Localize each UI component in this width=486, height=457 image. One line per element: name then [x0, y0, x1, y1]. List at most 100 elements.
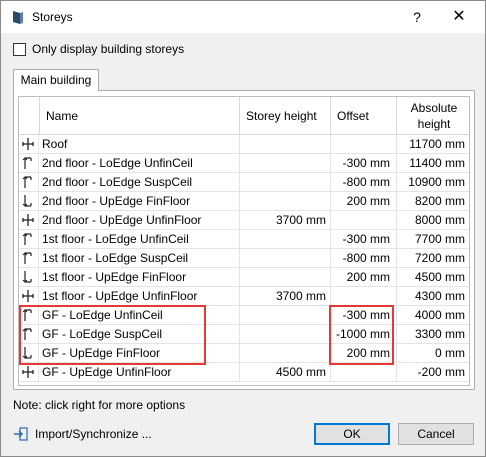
title-bar: Storeys ? ✕ — [1, 1, 485, 33]
offset-cell[interactable] — [331, 211, 397, 230]
storey-name-cell[interactable]: 2nd floor - UpEdge FinFloor — [39, 192, 240, 211]
storey-height-cell[interactable]: 3700 mm — [240, 287, 331, 306]
table-body: Roof 11700 mm 2nd floor - LoEdge UnfinCeil… — [19, 135, 469, 382]
storey-loedge-icon — [19, 306, 39, 325]
storey-name-cell[interactable]: 1st floor - LoEdge UnfinCeil — [39, 230, 240, 249]
storeys-dialog: Storeys ? ✕ Only display building storey… — [0, 0, 486, 457]
table-row[interactable]: 2nd floor - UpEdge UnfinFloor 3700 mm 8000… — [19, 211, 469, 230]
storey-height-cell[interactable] — [240, 154, 331, 173]
offset-cell[interactable]: 200 mm — [331, 344, 397, 363]
offset-cell[interactable]: -800 mm — [331, 249, 397, 268]
offset-cell[interactable]: 200 mm — [331, 192, 397, 211]
table-row[interactable]: 2nd floor - LoEdge SuspCeil -800 mm 10900 … — [19, 173, 469, 192]
import-synchronize-link[interactable]: Import/Synchronize ... — [13, 426, 152, 442]
storey-name-cell[interactable]: 1st floor - UpEdge FinFloor — [39, 268, 240, 287]
tab-panel-main-building: Name Storey height Offset Absolute heigh… — [13, 90, 475, 390]
storey-name-cell[interactable]: 1st floor - UpEdge UnfinFloor — [39, 287, 240, 306]
storey-height-cell[interactable] — [240, 268, 331, 287]
storey-name-cell[interactable]: GF - LoEdge SuspCeil — [39, 325, 240, 344]
storey-loedge-icon — [19, 230, 39, 249]
offset-cell[interactable]: -300 mm — [331, 230, 397, 249]
storeys-table: Name Storey height Offset Absolute heigh… — [18, 96, 470, 386]
close-button[interactable]: ✕ — [447, 7, 471, 27]
storey-main-icon — [19, 135, 39, 154]
help-button[interactable]: ? — [405, 7, 429, 27]
import-icon — [14, 427, 28, 441]
storey-name-cell[interactable]: 2nd floor - LoEdge UnfinCeil — [39, 154, 240, 173]
offset-cell[interactable] — [331, 135, 397, 154]
absolute-height-cell[interactable]: 7700 mm — [397, 230, 469, 249]
storey-loedge-icon — [19, 249, 39, 268]
hint-note: Note: click right for more options — [13, 398, 186, 412]
storey-name-cell[interactable]: Roof — [39, 135, 240, 154]
offset-cell[interactable]: -800 mm — [331, 173, 397, 192]
storey-height-cell[interactable]: 3700 mm — [240, 211, 331, 230]
column-header-offset[interactable]: Offset — [331, 97, 397, 135]
offset-cell[interactable] — [331, 363, 397, 382]
absolute-height-cell[interactable]: 0 mm — [397, 344, 469, 363]
absolute-height-cell[interactable]: 11400 mm — [397, 154, 469, 173]
storey-height-cell[interactable] — [240, 230, 331, 249]
ok-button[interactable]: OK — [314, 423, 390, 445]
table-row[interactable]: GF - UpEdge FinFloor 200 mm 0 mm — [19, 344, 469, 363]
only-building-storeys-option[interactable]: Only display building storeys — [13, 42, 184, 56]
storey-height-cell[interactable] — [240, 306, 331, 325]
absolute-height-cell[interactable]: 7200 mm — [397, 249, 469, 268]
table-row[interactable]: 1st floor - UpEdge UnfinFloor 3700 mm 4300… — [19, 287, 469, 306]
storey-loedge-icon — [19, 325, 39, 344]
absolute-height-cell[interactable]: -200 mm — [397, 363, 469, 382]
storey-main-icon — [19, 287, 39, 306]
storey-name-cell[interactable]: 2nd floor - UpEdge UnfinFloor — [39, 211, 240, 230]
absolute-height-cell[interactable]: 4300 mm — [397, 287, 469, 306]
storey-height-cell[interactable] — [240, 135, 331, 154]
table-row[interactable]: GF - UpEdge UnfinFloor 4500 mm -200 mm — [19, 363, 469, 382]
absolute-height-cell[interactable]: 8000 mm — [397, 211, 469, 230]
table-row[interactable]: GF - LoEdge UnfinCeil -300 mm 4000 mm — [19, 306, 469, 325]
table-row[interactable]: Roof 11700 mm — [19, 135, 469, 154]
cancel-button[interactable]: Cancel — [398, 423, 474, 445]
offset-cell[interactable]: -300 mm — [331, 306, 397, 325]
absolute-height-cell[interactable]: 3300 mm — [397, 325, 469, 344]
storey-upedge-icon — [19, 192, 39, 211]
storey-height-cell[interactable] — [240, 249, 331, 268]
table-row[interactable]: 1st floor - LoEdge SuspCeil -800 mm 7200 m… — [19, 249, 469, 268]
storey-name-cell[interactable]: 2nd floor - LoEdge SuspCeil — [39, 173, 240, 192]
import-synchronize-label: Import/Synchronize ... — [35, 427, 152, 441]
absolute-height-cell[interactable]: 8200 mm — [397, 192, 469, 211]
storey-name-cell[interactable]: GF - LoEdge UnfinCeil — [39, 306, 240, 325]
offset-cell[interactable]: -1000 mm — [331, 325, 397, 344]
storey-height-cell[interactable] — [240, 192, 331, 211]
column-header-name[interactable]: Name — [19, 97, 240, 135]
storey-loedge-icon — [19, 173, 39, 192]
storey-name-cell[interactable]: 1st floor - LoEdge SuspCeil — [39, 249, 240, 268]
storey-name-cell[interactable]: GF - UpEdge FinFloor — [39, 344, 240, 363]
offset-cell[interactable] — [331, 287, 397, 306]
app-logo-icon — [13, 11, 23, 24]
storey-main-icon — [19, 211, 39, 230]
only-building-storeys-label: Only display building storeys — [32, 42, 185, 56]
storey-height-cell[interactable] — [240, 344, 331, 363]
table-row[interactable]: 1st floor - UpEdge FinFloor 200 mm 4500 mm — [19, 268, 469, 287]
storey-height-cell[interactable] — [240, 173, 331, 192]
storey-height-cell[interactable]: 4500 mm — [240, 363, 331, 382]
table-row[interactable]: 2nd floor - UpEdge FinFloor 200 mm 8200 mm — [19, 192, 469, 211]
column-header-storey-height[interactable]: Storey height — [240, 97, 331, 135]
storey-height-cell[interactable] — [240, 325, 331, 344]
absolute-height-cell[interactable]: 4000 mm — [397, 306, 469, 325]
window-title: Storeys — [32, 10, 73, 24]
only-building-storeys-checkbox[interactable] — [13, 42, 26, 56]
tab-main-building[interactable]: Main building — [13, 69, 99, 91]
absolute-height-cell[interactable]: 11700 mm — [397, 135, 469, 154]
storey-name-cell[interactable]: GF - UpEdge UnfinFloor — [39, 363, 240, 382]
column-header-absolute-height[interactable]: Absolute height — [397, 97, 469, 135]
offset-cell[interactable]: -300 mm — [331, 154, 397, 173]
absolute-height-cell[interactable]: 10900 mm — [397, 173, 469, 192]
offset-cell[interactable]: 200 mm — [331, 268, 397, 287]
absolute-height-cell[interactable]: 4500 mm — [397, 268, 469, 287]
table-header: Name Storey height Offset Absolute heigh… — [19, 97, 469, 135]
table-row[interactable]: 1st floor - LoEdge UnfinCeil -300 mm 7700 … — [19, 230, 469, 249]
table-row[interactable]: 2nd floor - LoEdge UnfinCeil -300 mm 11400… — [19, 154, 469, 173]
table-row[interactable]: GF - LoEdge SuspCeil -1000 mm 3300 mm — [19, 325, 469, 344]
storey-main-icon — [19, 363, 39, 382]
storey-upedge-icon — [19, 344, 39, 363]
